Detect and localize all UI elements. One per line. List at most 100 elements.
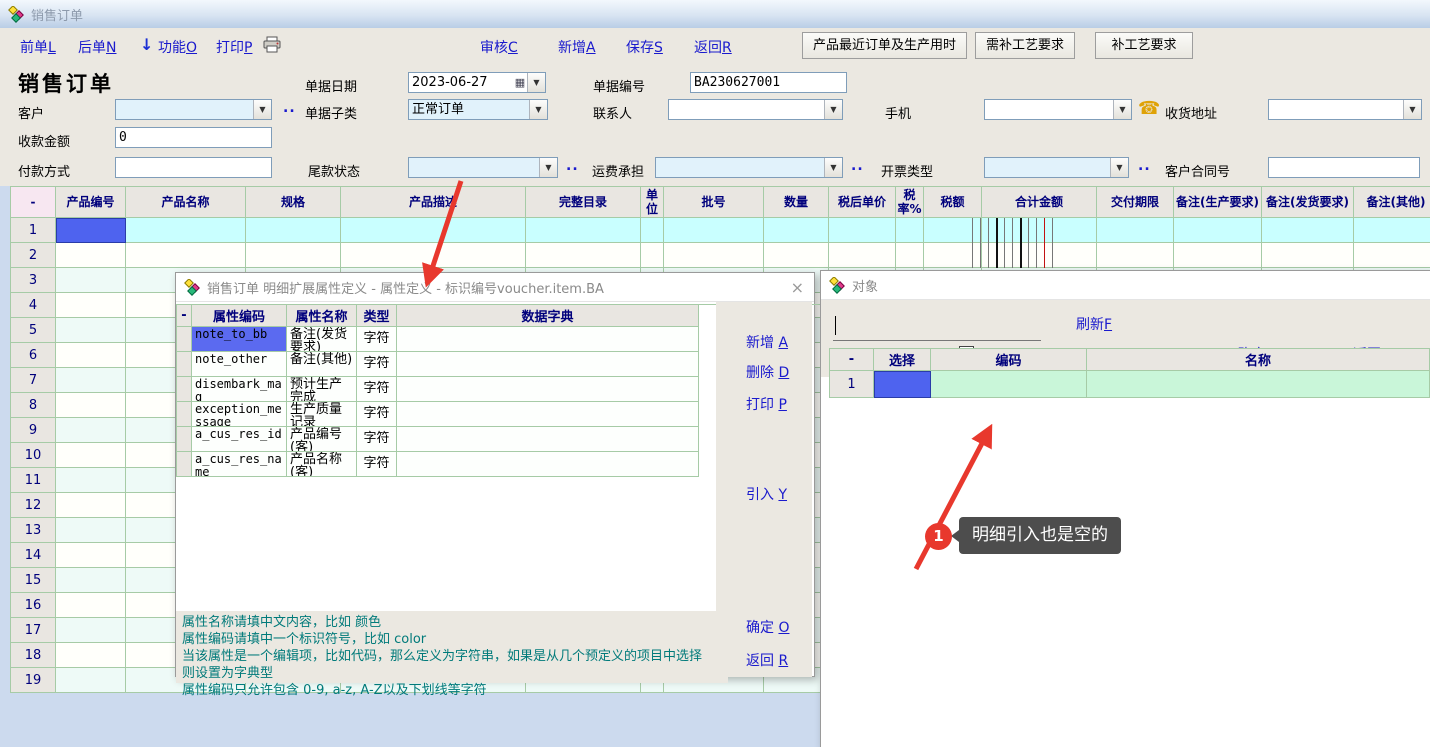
grid-cell[interactable]	[56, 468, 126, 493]
grid-cell[interactable]	[641, 218, 664, 243]
grid-cell[interactable]	[896, 218, 924, 243]
attr-name-cell[interactable]: 备注(其他)	[287, 352, 357, 377]
attr-P-link[interactable]: 打印 P	[746, 394, 787, 414]
freight-bearer-dots[interactable]: ..	[851, 158, 864, 174]
ship-address-combo[interactable]: ▼	[1268, 99, 1422, 120]
grid-col-header[interactable]: 产品名称	[126, 187, 246, 218]
object-select-cell[interactable]	[874, 371, 931, 398]
grid-cell[interactable]	[1354, 243, 1430, 268]
attr-name-cell[interactable]: 预计生产完成	[287, 377, 357, 402]
grid-cell[interactable]	[56, 443, 126, 468]
attr-code-cell[interactable]: a_cus_res_id	[192, 427, 287, 452]
grid-cell[interactable]	[56, 518, 126, 543]
grid-cell[interactable]	[56, 218, 126, 243]
grid-cell[interactable]	[56, 618, 126, 643]
grid-col-header[interactable]: 完整目录	[526, 187, 641, 218]
attr-name-cell[interactable]: 生产质量记录	[287, 402, 357, 427]
attr-A-link[interactable]: 新增 A	[746, 332, 788, 352]
attr-col-header[interactable]: 属性名称	[287, 305, 357, 327]
refresh-link[interactable]: 刷新F	[1076, 314, 1112, 334]
chevron-down-icon[interactable]: ▼	[1113, 100, 1131, 119]
grid-cell[interactable]	[56, 293, 126, 318]
object-col-header[interactable]: 编码	[931, 349, 1087, 371]
balance-status-dots[interactable]: ..	[566, 158, 579, 174]
attr-dialog-titlebar[interactable]: 销售订单 明细扩展属性定义 - 属性定义 - 标识编号voucher.item.…	[176, 273, 814, 302]
payment-method-input[interactable]	[115, 157, 272, 178]
attr-col-header[interactable]: 属性编码	[192, 305, 287, 327]
object-dialog-titlebar[interactable]: 对象	[821, 271, 1430, 300]
grid-col-header[interactable]: 规格	[246, 187, 341, 218]
grid-cell[interactable]	[341, 243, 526, 268]
attr-code-cell[interactable]: note_to_bb	[192, 327, 287, 352]
phone-icon[interactable]: ☎	[1138, 99, 1160, 119]
attr-col-header[interactable]: -	[177, 305, 192, 327]
grid-col-header[interactable]: 备注(生产要求)	[1174, 187, 1262, 218]
chevron-down-icon[interactable]: ▼	[824, 100, 842, 119]
contract-no-input[interactable]	[1268, 157, 1420, 178]
attr-dict-cell[interactable]	[397, 402, 699, 427]
attr-name-cell[interactable]: 备注(发货要求)	[287, 327, 357, 352]
grid-cell[interactable]	[1174, 243, 1262, 268]
received-amount-input[interactable]	[115, 127, 272, 148]
attr-D-link[interactable]: 删除 D	[746, 362, 789, 382]
close-icon[interactable]: ×	[791, 278, 804, 297]
grid-cell[interactable]	[126, 218, 246, 243]
doc-no-input[interactable]	[690, 72, 847, 93]
grid-cell[interactable]	[896, 243, 924, 268]
grid-cell[interactable]	[56, 368, 126, 393]
grid-cell[interactable]	[246, 218, 341, 243]
grid-cell[interactable]	[56, 268, 126, 293]
freight-bearer-combo[interactable]: ▼	[655, 157, 843, 178]
grid-cell[interactable]	[126, 243, 246, 268]
grid-cell[interactable]	[56, 543, 126, 568]
doc-subtype-combo[interactable]: 正常订单▼	[408, 99, 548, 120]
grid-cell[interactable]	[982, 218, 1097, 243]
attr-dict-cell[interactable]	[397, 327, 699, 352]
grid-col-header[interactable]: 税后单价	[829, 187, 896, 218]
grid-cell[interactable]	[526, 218, 641, 243]
attr-type-cell[interactable]: 字符型	[357, 402, 397, 427]
grid-cell[interactable]	[1097, 218, 1174, 243]
attr-dict-cell[interactable]	[397, 377, 699, 402]
attr-dict-cell[interactable]	[397, 452, 699, 477]
attr-type-cell[interactable]: 字符型	[357, 427, 397, 452]
grid-col-header[interactable]: 数量	[764, 187, 829, 218]
toolbar-button-2[interactable]: 补工艺要求	[1095, 32, 1193, 59]
grid-cell[interactable]	[246, 243, 341, 268]
attr-type-cell[interactable]: 字符型	[357, 327, 397, 352]
printer-icon[interactable]	[262, 36, 282, 53]
grid-cell[interactable]	[764, 218, 829, 243]
attr-type-cell[interactable]: 字符型	[357, 377, 397, 402]
balance-status-combo[interactable]: ▼	[408, 157, 558, 178]
object-name-cell[interactable]	[1087, 371, 1430, 398]
chevron-down-icon[interactable]: ▼	[1403, 100, 1421, 119]
grid-cell[interactable]	[664, 243, 764, 268]
grid-cell[interactable]	[56, 418, 126, 443]
invoice-type-dots[interactable]: ..	[1138, 158, 1151, 174]
toolbar-link-C[interactable]: 审核C	[480, 37, 518, 57]
attr-back-link[interactable]: 返回 R	[746, 650, 788, 670]
attr-name-cell[interactable]: 产品编号(客)	[287, 427, 357, 452]
grid-cell[interactable]	[56, 643, 126, 668]
grid-cell[interactable]	[56, 568, 126, 593]
grid-cell[interactable]	[829, 243, 896, 268]
grid-cell[interactable]	[56, 493, 126, 518]
grid-cell[interactable]	[664, 218, 764, 243]
grid-cell[interactable]	[1354, 218, 1430, 243]
attr-col-header[interactable]: 数据字典	[397, 305, 699, 327]
chevron-down-icon[interactable]: ▼	[527, 73, 545, 92]
grid-col-header[interactable]: 产品编号	[56, 187, 126, 218]
attr-code-cell[interactable]: note_other	[192, 352, 287, 377]
grid-cell[interactable]	[982, 243, 1097, 268]
grid-cell[interactable]	[1262, 218, 1354, 243]
grid-cell[interactable]	[56, 243, 126, 268]
grid-col-header[interactable]: 税率%	[896, 187, 924, 218]
toolbar-link-P[interactable]: 打印P	[216, 37, 252, 57]
invoice-type-combo[interactable]: ▼	[984, 157, 1129, 178]
attr-type-cell[interactable]: 字符型	[357, 452, 397, 477]
object-code-cell[interactable]	[931, 371, 1087, 398]
chevron-down-icon[interactable]: ▼	[824, 158, 842, 177]
attr-type-cell[interactable]: 字符型	[357, 352, 397, 377]
grid-cell[interactable]	[56, 393, 126, 418]
attr-dict-cell[interactable]	[397, 352, 699, 377]
